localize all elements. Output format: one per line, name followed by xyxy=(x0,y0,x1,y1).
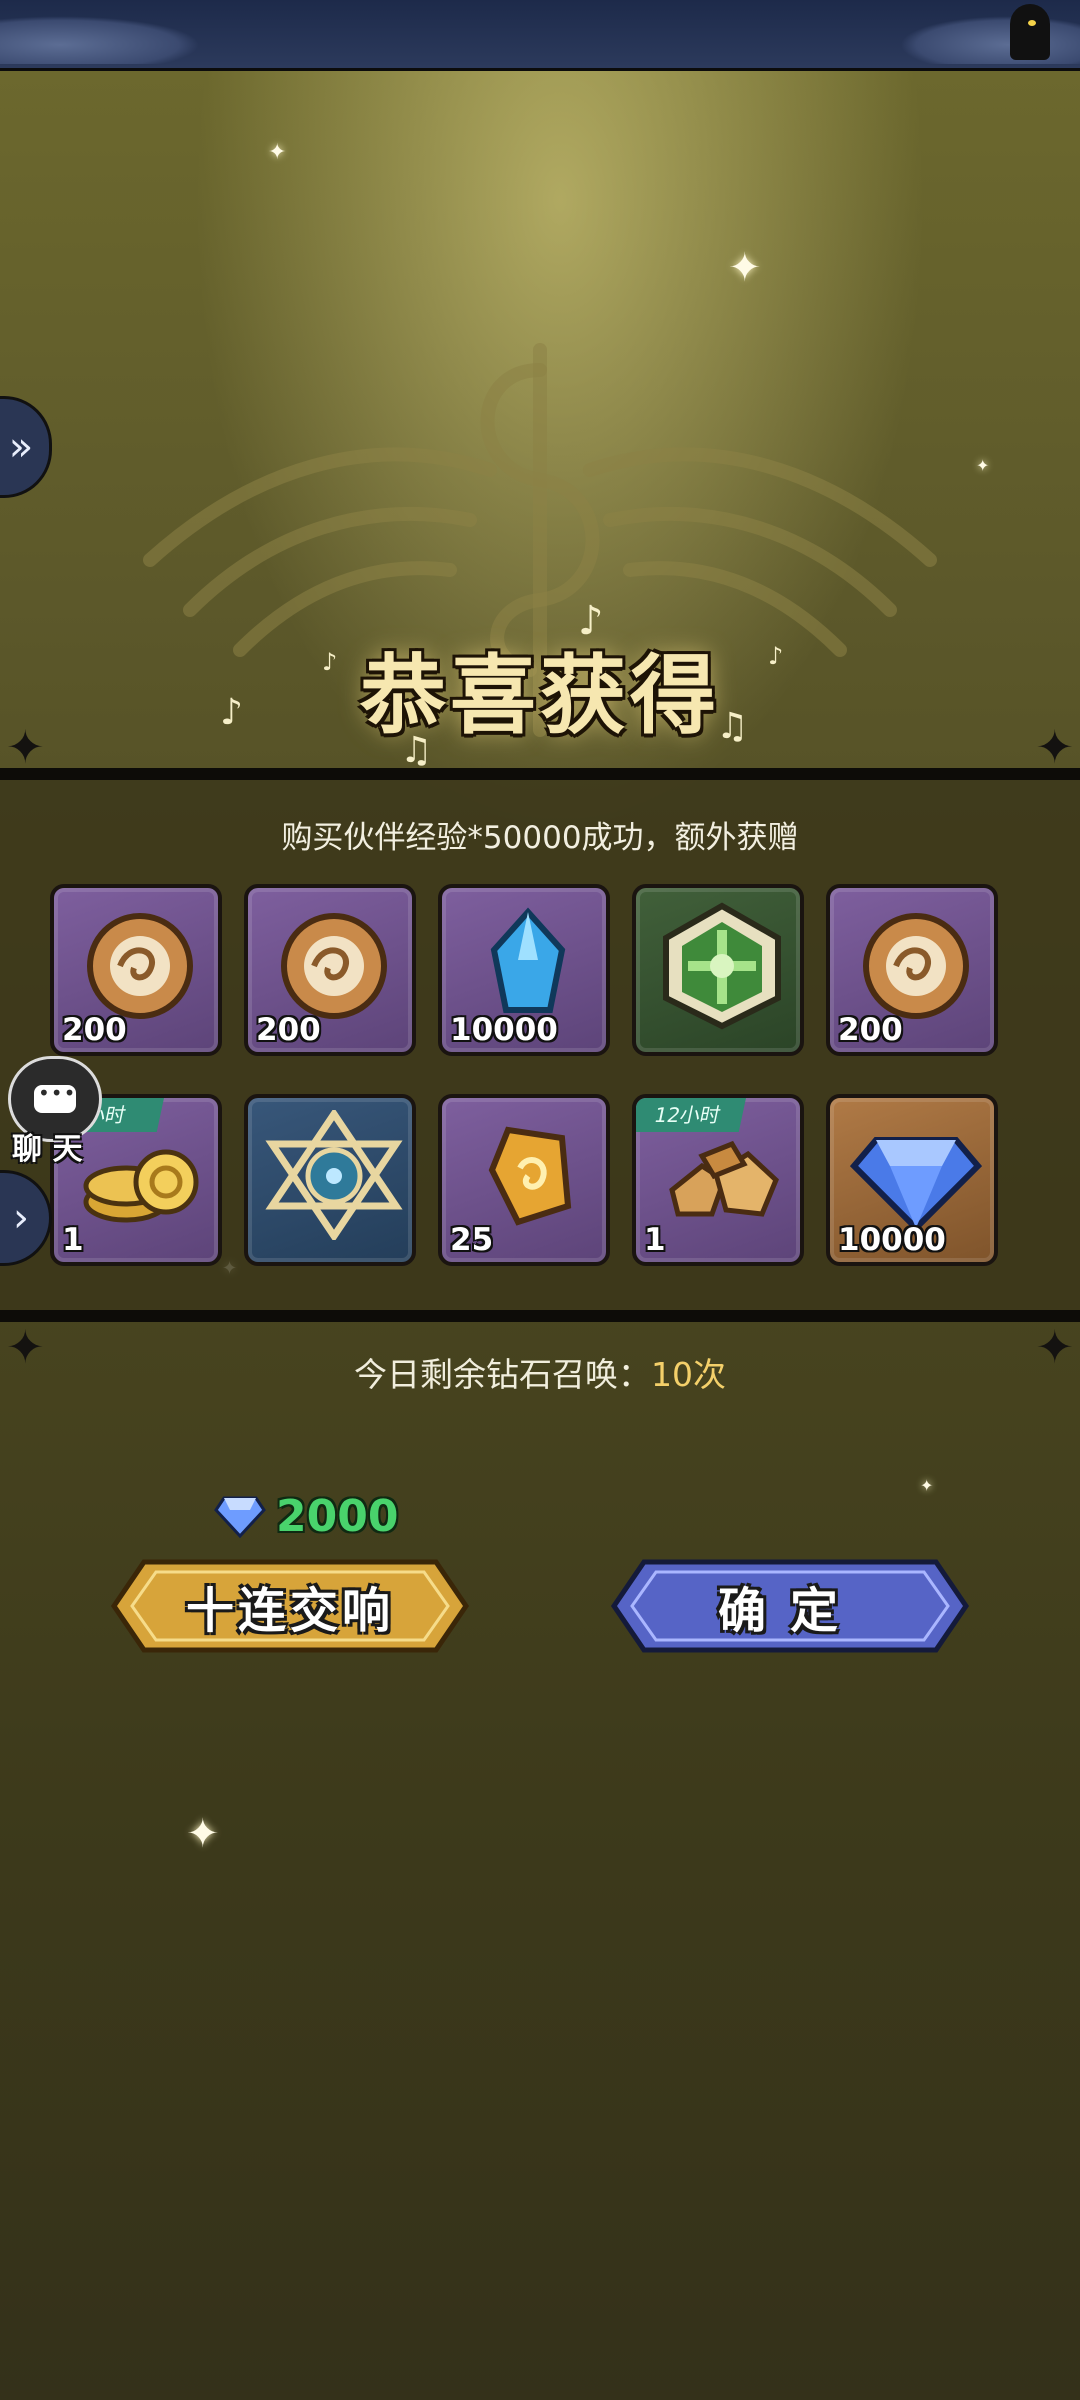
reward-grid: 200 200 10000 200 小时 1 25 12小时 1 10000 xyxy=(50,884,1000,1266)
reward-message: 购买伙伴经验*50000成功，额外获赠 xyxy=(281,820,799,856)
gold-rune-stone-icon xyxy=(488,1126,572,1226)
corner-ornament-icon: ✦ xyxy=(6,720,45,774)
diamond-icon xyxy=(214,1496,266,1538)
reward-item[interactable]: 10000 xyxy=(826,1094,998,1266)
sparkle-icon: ✦ xyxy=(976,456,990,475)
diamond-icon xyxy=(849,1137,983,1233)
ten-summon-label: 十连交响 xyxy=(185,1583,394,1639)
partner-exp-orb-icon xyxy=(863,913,969,1019)
summon-cost: 2000 xyxy=(214,1490,398,1542)
remaining-summons-count: 10次 xyxy=(651,1355,726,1394)
reward-screen: { "title": "恭喜获得", "reward_message": "购买… xyxy=(0,0,1080,2400)
band-bottom-border xyxy=(0,1310,1080,1322)
item-quantity: 1 xyxy=(644,1222,666,1258)
side-expand-tab[interactable]: » xyxy=(0,396,52,498)
chevron-right-icon: › xyxy=(13,1195,29,1241)
remaining-summons-label: 今日剩余钻石召唤： xyxy=(354,1355,651,1394)
cost-amount: 2000 xyxy=(276,1490,399,1542)
reward-item[interactable]: 200 xyxy=(50,884,222,1056)
item-quantity: 25 xyxy=(450,1222,494,1258)
reward-item[interactable] xyxy=(244,1094,416,1266)
chat-button[interactable]: 聊 天 xyxy=(0,1056,102,1167)
confirm-label: 确定 xyxy=(717,1583,862,1639)
chat-label: 聊 天 xyxy=(12,1132,83,1167)
item-quantity: 10000 xyxy=(838,1222,946,1258)
reward-item[interactable]: 200 xyxy=(244,884,416,1056)
top-bar xyxy=(0,0,1080,71)
item-quantity: 200 xyxy=(62,1012,127,1048)
partner-exp-orb-icon xyxy=(87,913,193,1019)
partner-exp-orb-icon xyxy=(281,913,387,1019)
corner-ornament-icon: ✦ xyxy=(1035,720,1074,774)
sparkle-icon: ✦ xyxy=(268,140,287,165)
reward-item[interactable] xyxy=(632,884,804,1056)
blue-star-emblem-icon xyxy=(265,1110,403,1240)
item-quantity: 10000 xyxy=(450,1012,558,1048)
time-tag: 12小时 xyxy=(636,1098,746,1132)
confirm-button[interactable]: 确定 xyxy=(610,1558,970,1654)
item-quantity: 200 xyxy=(256,1012,321,1048)
cloud-decoration xyxy=(0,16,200,64)
reward-item[interactable]: 10000 xyxy=(438,884,610,1056)
sparkle-icon: ✦ xyxy=(728,245,762,291)
blue-crystal-icon xyxy=(490,907,566,1013)
remaining-summons: 今日剩余钻石召唤：10次 xyxy=(0,1348,1080,1396)
reward-item[interactable]: 200 xyxy=(826,884,998,1056)
cat-silhouette-icon xyxy=(1010,4,1050,60)
reward-item[interactable]: 12小时 1 xyxy=(632,1094,804,1266)
item-quantity: 200 xyxy=(838,1012,903,1048)
reward-item[interactable]: 25 xyxy=(438,1094,610,1266)
cloud-decoration xyxy=(900,16,1080,64)
double-chevron-right-icon: » xyxy=(8,424,34,470)
green-emblem-icon xyxy=(663,902,781,1030)
band-top-border xyxy=(0,768,1080,780)
cat-eye xyxy=(1028,20,1036,26)
sparkle-icon: ✦ xyxy=(920,1476,934,1495)
page-title: 恭喜获得 xyxy=(360,645,720,746)
sparkle-icon: ✦ xyxy=(186,1811,220,1857)
ten-summon-button[interactable]: 十连交响 xyxy=(110,1558,470,1654)
item-quantity: 1 xyxy=(62,1222,84,1258)
